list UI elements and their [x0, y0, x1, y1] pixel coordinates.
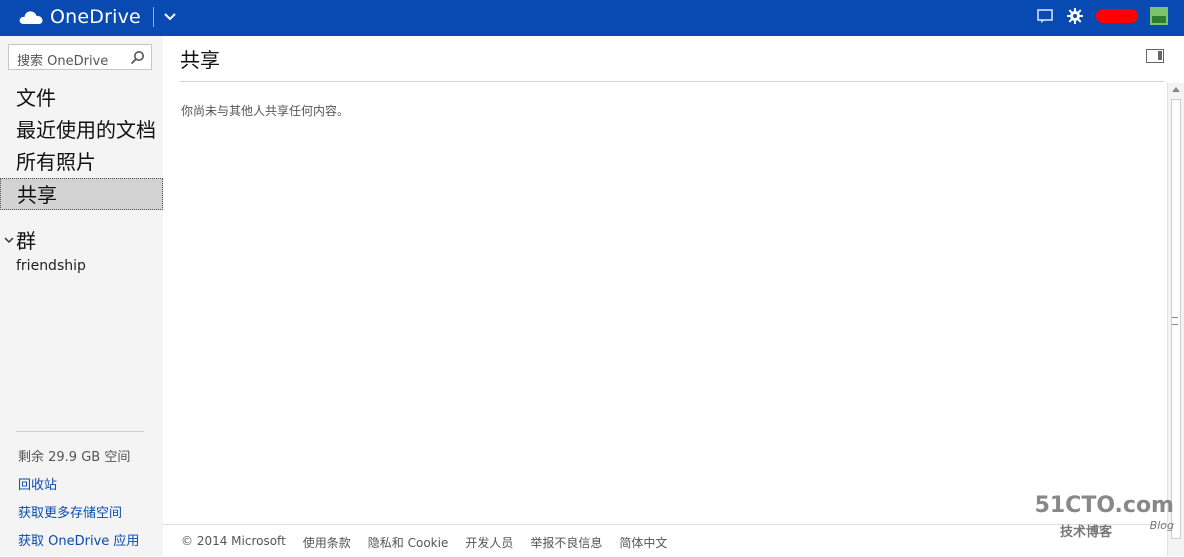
get-apps-link[interactable]: 获取 OneDrive 应用 — [18, 530, 139, 549]
watermark-subtitle: 技术博客 — [1060, 525, 1113, 540]
footer-privacy-link[interactable]: 隐私和 Cookie — [368, 534, 449, 551]
get-more-storage-link[interactable]: 获取更多存储空间 — [18, 502, 122, 521]
empty-state-message: 你尚未与其他人共享任何内容。 — [181, 104, 350, 118]
watermark-site: 51CTO.com — [1034, 493, 1174, 518]
search-input[interactable]: 搜索 OneDrive — [8, 44, 152, 70]
sidebar-divider — [16, 431, 144, 432]
watermark: 51CTO.com 技术博客 Blog — [1035, 493, 1174, 543]
groups-header[interactable]: 群 — [4, 225, 36, 254]
sidebar-item-files[interactable]: 文件 — [0, 82, 163, 114]
vertical-scrollbar[interactable] — [1167, 83, 1184, 556]
sidebar-item-recent[interactable]: 最近使用的文档 — [0, 114, 163, 146]
title-divider — [180, 81, 1164, 82]
sidebar-nav: 文件 最近使用的文档 所有照片 共享 — [0, 82, 163, 210]
search-placeholder: 搜索 OneDrive — [17, 54, 109, 69]
onedrive-cloud-icon — [19, 11, 43, 24]
watermark-blog: Blog — [1149, 519, 1174, 532]
scroll-up-arrow-icon[interactable] — [1172, 87, 1180, 92]
brand-name: OneDrive — [50, 6, 141, 28]
user-name-redacted[interactable] — [1096, 9, 1138, 23]
avatar[interactable] — [1150, 7, 1168, 25]
main-content: 共享 你尚未与其他人共享任何内容。 — [163, 36, 1184, 556]
footer-language-link[interactable]: 简体中文 — [619, 534, 667, 551]
storage-remaining: 剩余 29.9 GB 空间 — [18, 450, 131, 465]
comment-icon[interactable] — [1036, 7, 1054, 25]
chevron-down-icon — [4, 236, 14, 243]
footer-terms-link[interactable]: 使用条款 — [303, 534, 351, 551]
page-title: 共享 — [180, 48, 220, 72]
top-bar: OneDrive — [0, 0, 1184, 36]
footer-copyright: © 2014 Microsoft — [181, 534, 286, 548]
footer-report-abuse-link[interactable]: 举报不良信息 — [530, 534, 602, 551]
details-pane-toggle-icon[interactable] — [1146, 49, 1164, 63]
sidebar-item-photos[interactable]: 所有照片 — [0, 146, 163, 178]
gear-icon[interactable] — [1066, 7, 1084, 25]
footer-links: © 2014 Microsoft 使用条款 隐私和 Cookie 开发人员 举报… — [181, 534, 667, 551]
recycle-bin-link[interactable]: 回收站 — [18, 474, 57, 493]
groups-label: 群 — [16, 229, 36, 253]
sidebar: 搜索 OneDrive 文件 最近使用的文档 所有照片 共享 群 friends… — [0, 36, 163, 556]
top-right-controls — [1036, 7, 1168, 25]
footer: © 2014 Microsoft 使用条款 隐私和 Cookie 开发人员 举报… — [163, 524, 1167, 557]
sidebar-item-shared[interactable]: 共享 — [0, 178, 163, 210]
group-item-friendship[interactable]: friendship — [16, 258, 86, 274]
footer-developers-link[interactable]: 开发人员 — [465, 534, 513, 551]
search-icon[interactable] — [130, 50, 145, 65]
brand[interactable]: OneDrive — [18, 6, 176, 28]
chevron-down-icon[interactable] — [164, 12, 176, 22]
brand-separator — [152, 7, 154, 27]
scroll-grip-icon — [1172, 317, 1178, 325]
